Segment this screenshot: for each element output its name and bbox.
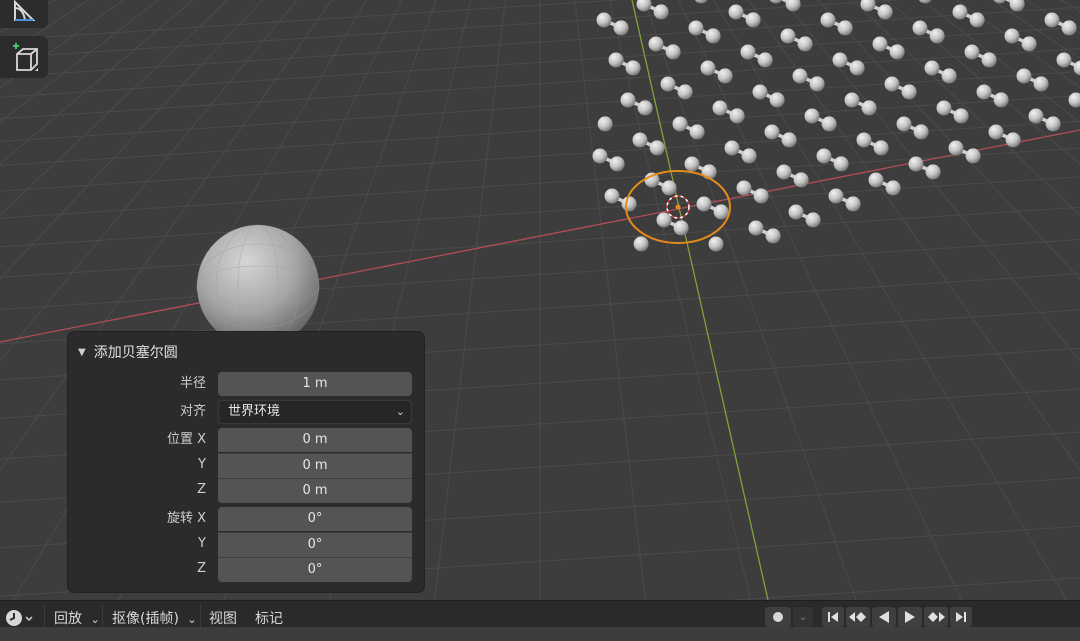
- align-value: 世界环境: [228, 404, 280, 419]
- chevron-down-icon: ⌄: [799, 612, 807, 623]
- timeline-header: 回放 ⌄ 抠像(插帧) ⌄ 视图 标记 ⌄: [0, 600, 1080, 627]
- rotation-z-field[interactable]: 0°: [218, 557, 412, 582]
- jump-end-button[interactable]: [950, 607, 972, 627]
- rotation-y-label: Y: [86, 532, 206, 556]
- play-reverse-button[interactable]: [872, 607, 896, 627]
- panel-header[interactable]: ▼ 添加贝塞尔圆: [78, 338, 178, 366]
- keying-label: 抠像(插帧): [112, 611, 179, 627]
- y-axis-line: [632, 0, 768, 600]
- play-icon: [904, 611, 916, 623]
- measure-tool-button[interactable]: [0, 0, 48, 28]
- add-cube-tool-button[interactable]: [0, 36, 48, 78]
- playback-label: 回放: [54, 611, 82, 627]
- editor-type-button[interactable]: [2, 601, 36, 627]
- radius-label: 半径: [86, 372, 206, 396]
- prev-keyframe-icon: [848, 611, 868, 623]
- keying-options-button[interactable]: ⌄: [793, 607, 813, 627]
- add-bezier-circle-panel: ▼ 添加贝塞尔圆 半径 1 m 对齐 世界环境 ⌄ 位置 X 0 m Y 0 m…: [68, 332, 424, 592]
- location-z-field[interactable]: 0 m: [218, 478, 412, 503]
- jump-start-icon: [826, 611, 840, 623]
- align-label: 对齐: [86, 400, 206, 424]
- rotation-x-label: 旋转 X: [86, 507, 206, 531]
- ruler-measure-icon: [11, 0, 37, 22]
- location-x-label: 位置 X: [86, 428, 206, 452]
- next-keyframe-button[interactable]: [924, 607, 948, 627]
- chevron-down-icon: ⌄: [90, 613, 99, 626]
- rotation-z-label: Z: [86, 557, 206, 581]
- play-button[interactable]: [898, 607, 922, 627]
- play-reverse-icon: [878, 611, 890, 623]
- chevron-down-icon: ⌄: [187, 613, 196, 626]
- jump-end-icon: [954, 611, 968, 623]
- rotation-y-field[interactable]: 0°: [218, 532, 412, 557]
- add-cube-icon: [7, 40, 41, 74]
- align-dropdown[interactable]: 世界环境 ⌄: [218, 400, 412, 424]
- marker-menu[interactable]: 标记: [255, 601, 283, 627]
- location-x-field[interactable]: 0 m: [218, 428, 412, 452]
- view-menu[interactable]: 视图: [209, 601, 237, 627]
- playback-menu[interactable]: 回放 ⌄: [54, 601, 100, 627]
- next-keyframe-icon: [926, 611, 946, 623]
- jump-start-button[interactable]: [822, 607, 844, 627]
- radius-field[interactable]: 1 m: [218, 372, 412, 396]
- location-y-label: Y: [86, 453, 206, 477]
- keying-menu[interactable]: 抠像(插帧) ⌄: [112, 601, 197, 627]
- record-icon: [772, 611, 784, 623]
- clock-icon: [2, 601, 36, 627]
- panel-title: 添加贝塞尔圆: [94, 342, 178, 362]
- location-z-label: Z: [86, 478, 206, 502]
- rotation-x-field[interactable]: 0°: [218, 507, 412, 531]
- chevron-down-icon: ⌄: [396, 401, 405, 423]
- location-y-field[interactable]: 0 m: [218, 453, 412, 478]
- prev-keyframe-button[interactable]: [846, 607, 870, 627]
- sphere-object: [197, 225, 319, 347]
- triangle-down-icon[interactable]: ▼: [78, 347, 86, 358]
- auto-keying-button[interactable]: [765, 607, 791, 627]
